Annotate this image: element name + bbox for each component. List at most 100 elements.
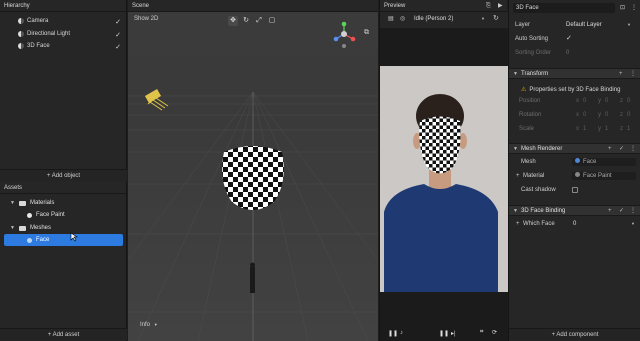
rotation-y-field[interactable]: y — [598, 109, 601, 121]
transform-section-header[interactable]: ▼ Transform + ⋮ — [509, 68, 640, 79]
rotation-z-value: 0 — [627, 112, 631, 118]
layer-select[interactable]: Default Layer — [566, 19, 602, 31]
rotate-icon[interactable]: ⟳ — [492, 329, 497, 336]
asset-label: Face — [36, 237, 50, 243]
visibility-checkbox[interactable]: ✓ — [115, 42, 121, 54]
rotate-tool-icon[interactable]: ↻ — [241, 16, 251, 26]
scale-z-field[interactable]: z — [620, 123, 623, 135]
move-tool-icon[interactable]: ✥ — [228, 16, 238, 26]
notice-text: Properties set by 3D Face Binding — [529, 87, 621, 93]
hierarchy-item-3d-face[interactable]: 3D Face ✓ — [0, 40, 127, 52]
scale-label: Scale — [519, 126, 535, 132]
rect-tool-icon[interactable]: ▢ — [267, 16, 277, 26]
mesh-value: Face — [583, 159, 597, 165]
chevron-down-icon: ▼ — [153, 322, 158, 327]
chevron-down-icon[interactable]: ▼ — [10, 222, 15, 234]
mouse-cursor-icon — [70, 232, 78, 242]
scale-x-field[interactable]: x — [576, 123, 579, 135]
asset-item-face[interactable]: Face — [4, 234, 123, 246]
rotation-x-value: 0 — [583, 112, 587, 118]
add-icon[interactable]: + — [608, 206, 612, 217]
mesh-icon — [575, 158, 580, 163]
scene-title: Scene — [128, 0, 378, 12]
face-binding-section-header[interactable]: ▼ 3D Face Binding + ✓ ⋮ — [509, 205, 640, 216]
layer-label: Layer — [515, 22, 531, 28]
which-face-expand-icon[interactable]: + — [516, 218, 520, 230]
chevron-down-icon[interactable]: ▼ — [627, 19, 631, 31]
next-frame-icon[interactable]: ▸| — [451, 330, 456, 337]
info-dropdown[interactable]: Info ▼ — [140, 322, 158, 328]
show-2d-toggle[interactable]: Show 2D — [134, 16, 158, 22]
play-icon[interactable]: ▶ — [498, 0, 503, 12]
position-z-field[interactable]: z — [620, 95, 623, 107]
cast-shadow-checkbox[interactable] — [572, 187, 578, 193]
which-face-select[interactable]: 0 — [573, 218, 576, 230]
preview-panel: Preview ⎘ ▶ ▤ ◎ Idle (Person 2) ▼ ↻ ❚❚ ♪… — [379, 0, 508, 341]
rotation-z-field[interactable]: z — [620, 109, 623, 121]
scale-y-field[interactable]: y — [598, 123, 601, 135]
hierarchy-item-label: 3D Face — [27, 43, 50, 49]
info-label: Info — [140, 322, 151, 328]
chevron-down-icon[interactable]: ▼ — [10, 197, 15, 209]
material-label: Material — [523, 173, 545, 179]
mesh-field[interactable]: Face — [572, 158, 636, 166]
chevron-down-icon[interactable]: ▼ — [481, 16, 485, 21]
video-icon[interactable]: ▤ — [388, 15, 394, 22]
pause-icon[interactable]: ❚❚ — [439, 330, 449, 337]
lock-icon[interactable]: ⊡ — [620, 4, 625, 11]
rotation-x-field[interactable]: x — [576, 109, 579, 121]
chevron-down-icon: ▼ — [513, 146, 518, 152]
chevron-down-icon[interactable]: ▼ — [631, 218, 635, 230]
asset-folder-meshes[interactable]: ▼ Meshes — [0, 222, 127, 234]
chevron-down-icon: ▼ — [513, 208, 518, 214]
sorting-order-field[interactable]: 0 — [566, 47, 569, 59]
material-expand-icon[interactable]: + — [516, 170, 520, 182]
more-icon[interactable]: ⋮ — [630, 206, 636, 217]
more-icon[interactable]: ⋮ — [630, 144, 636, 155]
camera-icon[interactable]: ⧉ — [364, 29, 369, 37]
pause-recording-icon[interactable]: ❚❚ — [388, 330, 398, 337]
enabled-check-icon[interactable]: ✓ — [619, 144, 624, 155]
enabled-check-icon[interactable]: ✓ — [619, 206, 624, 217]
cast-shadow-label: Cast shadow — [521, 187, 556, 193]
orientation-gizmo[interactable] — [332, 20, 362, 54]
auto-sorting-row: Auto Sorting ✓ — [509, 33, 640, 45]
hierarchy-title: Hierarchy — [0, 0, 126, 12]
crop-icon[interactable]: ⌗ — [480, 329, 483, 336]
more-icon[interactable]: ⋮ — [631, 4, 637, 11]
mesh-renderer-section-header[interactable]: ▼ Mesh Renderer + ✓ ⋮ — [509, 143, 640, 154]
tiktok-icon[interactable]: ♪ — [400, 330, 403, 336]
material-icon — [27, 213, 32, 218]
chevron-down-icon: ▼ — [513, 71, 518, 77]
asset-item-face-paint[interactable]: Face Paint — [0, 209, 127, 221]
hierarchy-item-directional-light[interactable]: Directional Light ✓ — [0, 28, 127, 40]
position-x-field[interactable]: x — [576, 95, 579, 107]
scene-viewport[interactable]: Show 2D ✥ ↻ ⤢ ▢ ⧉ Info ▼ — [128, 12, 378, 341]
refresh-icon[interactable]: ↻ — [493, 14, 499, 22]
hierarchy-item-label: Directional Light — [27, 31, 71, 37]
scale-z-value: 1 — [627, 126, 631, 132]
auto-sorting-label: Auto Sorting — [515, 36, 549, 42]
add-asset-button[interactable]: + Add asset — [0, 328, 127, 340]
scale-tool-icon[interactable]: ⤢ — [254, 16, 264, 26]
auto-sorting-checkbox[interactable]: ✓ — [566, 33, 572, 45]
position-y-field[interactable]: y — [598, 95, 601, 107]
sorting-order-row: Sorting Order 0 — [509, 47, 640, 59]
cast-shadow-row: Cast shadow — [509, 184, 640, 196]
folder-icon — [19, 226, 26, 231]
more-icon[interactable]: ⋮ — [630, 69, 636, 80]
which-face-row: + Which Face 0 ▼ — [509, 218, 640, 230]
asset-folder-materials[interactable]: ▼ Materials — [0, 197, 127, 209]
webcam-icon[interactable]: ◎ — [400, 15, 405, 22]
material-icon — [575, 172, 580, 177]
add-component-button[interactable]: + Add component — [509, 328, 640, 340]
hierarchy-item-camera[interactable]: Camera ✓ — [0, 15, 127, 27]
add-object-button[interactable]: + Add object — [0, 169, 127, 181]
position-x-value: 0 — [583, 98, 587, 104]
video-source-select[interactable]: Idle (Person 2) — [414, 16, 453, 22]
object-name-field[interactable]: 3D Face — [513, 3, 615, 13]
add-icon[interactable]: + — [608, 144, 612, 155]
material-field[interactable]: Face Paint — [572, 172, 636, 180]
add-icon[interactable]: + — [619, 69, 623, 80]
camera-switch-icon[interactable]: ⎘ — [486, 0, 491, 12]
